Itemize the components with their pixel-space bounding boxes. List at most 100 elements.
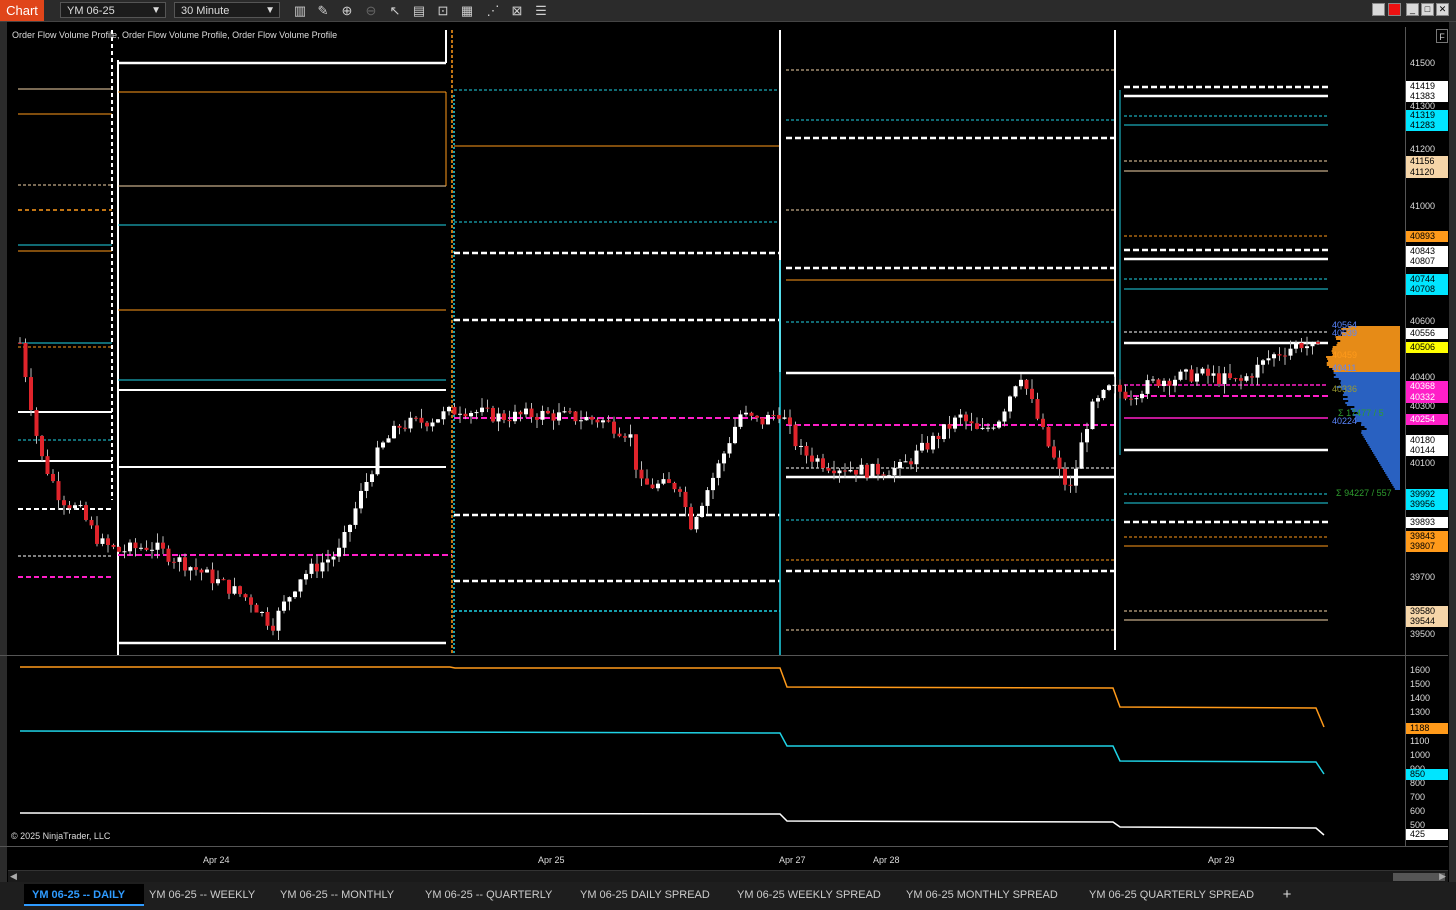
volume-profile-levels bbox=[18, 30, 1328, 655]
profile-bar bbox=[1346, 404, 1400, 406]
candle-body bbox=[271, 625, 275, 631]
lower-axis-tick: 600 bbox=[1410, 806, 1426, 816]
profile-bar bbox=[1382, 468, 1400, 470]
candle-body bbox=[287, 597, 292, 602]
candle-body bbox=[243, 594, 248, 598]
candle-body bbox=[975, 423, 979, 429]
candle-body bbox=[326, 559, 330, 563]
profile-bar bbox=[1374, 454, 1400, 456]
tab-daily[interactable]: YM 06-25 -- DAILY bbox=[24, 884, 144, 906]
price-tag: 40332 bbox=[1406, 391, 1448, 403]
profile-bar bbox=[1333, 376, 1400, 378]
candle-body bbox=[1151, 379, 1155, 381]
candle-body bbox=[804, 445, 809, 456]
candle-body bbox=[947, 424, 952, 429]
profile-bar bbox=[1342, 394, 1400, 396]
candle-body bbox=[348, 524, 352, 533]
candle-body bbox=[1222, 373, 1227, 385]
candle-body bbox=[1068, 484, 1073, 486]
tab-monthly-spread[interactable]: YM 06-25 MONTHLY SPREAD bbox=[898, 884, 1072, 906]
candle-body bbox=[1123, 391, 1128, 399]
candle-body bbox=[700, 505, 704, 517]
candle-body bbox=[892, 468, 897, 476]
price-axis-tick: 41000 bbox=[1410, 201, 1436, 211]
candle-body bbox=[650, 484, 655, 489]
profile-bar bbox=[1367, 442, 1400, 444]
candle-body bbox=[282, 601, 286, 611]
profile-bar bbox=[1361, 432, 1400, 434]
candle-body bbox=[529, 408, 534, 418]
candle-body bbox=[711, 477, 715, 491]
candle-body bbox=[144, 547, 149, 550]
price-axis-tick: 40100 bbox=[1410, 458, 1436, 468]
candle-body bbox=[568, 411, 572, 413]
candle-body bbox=[766, 414, 770, 425]
chart-canvas[interactable] bbox=[0, 0, 1456, 870]
profile-bar bbox=[1369, 446, 1400, 448]
lower-axis-tick: 1400 bbox=[1410, 693, 1431, 703]
profile-bar bbox=[1393, 486, 1400, 488]
candle-body bbox=[579, 420, 583, 422]
scroll-left-icon[interactable]: ◀ bbox=[10, 871, 17, 882]
add-tab-button[interactable]: + bbox=[1276, 884, 1298, 906]
candle-body bbox=[843, 470, 847, 472]
chart-tab-bar: YM 06-25 -- DAILY YM 06-25 -- WEEKLY YM … bbox=[0, 882, 1456, 910]
scroll-thumb[interactable] bbox=[1393, 873, 1445, 881]
profile-bar bbox=[1348, 400, 1400, 402]
candle-body bbox=[491, 407, 495, 422]
lower-axis-tick: 1500 bbox=[1410, 679, 1431, 689]
price-axis-tick: 40300 bbox=[1410, 401, 1436, 411]
candle-body bbox=[84, 505, 88, 520]
tab-weekly[interactable]: YM 06-25 -- WEEKLY bbox=[141, 884, 265, 906]
profile-bar bbox=[1361, 422, 1400, 424]
panel-divider[interactable] bbox=[0, 655, 1448, 656]
tab-quarterly[interactable]: YM 06-25 -- QUARTERLY bbox=[417, 884, 563, 906]
candle-body bbox=[386, 438, 391, 443]
candle-body bbox=[859, 464, 864, 475]
candle-body bbox=[815, 458, 820, 462]
candle-body bbox=[1046, 427, 1051, 447]
profile-bar bbox=[1370, 448, 1400, 450]
tab-quarterly-spread[interactable]: YM 06-25 QUARTERLY SPREAD bbox=[1081, 884, 1267, 906]
profile-bar bbox=[1340, 380, 1400, 382]
candle-body bbox=[727, 443, 732, 454]
tab-daily-spread[interactable]: YM 06-25 DAILY SPREAD bbox=[572, 884, 718, 906]
candle-body bbox=[183, 557, 187, 571]
candle-body bbox=[480, 407, 484, 413]
lower-axis-tick: 1300 bbox=[1410, 707, 1431, 717]
price-tag: 41120 bbox=[1406, 166, 1448, 178]
price-tag: 41383 bbox=[1406, 91, 1448, 103]
profile-bar bbox=[1356, 418, 1400, 420]
tab-monthly[interactable]: YM 06-25 -- MONTHLY bbox=[272, 884, 408, 906]
candle-body bbox=[430, 422, 435, 427]
candle-body bbox=[507, 419, 512, 422]
profile-bar bbox=[1355, 420, 1400, 422]
profile-bar bbox=[1385, 472, 1400, 474]
candle-body bbox=[260, 611, 264, 613]
date-label: Apr 24 bbox=[203, 855, 230, 865]
f-button[interactable]: F bbox=[1436, 29, 1448, 43]
candle-body bbox=[1041, 418, 1045, 428]
tab-weekly-spread[interactable]: YM 06-25 WEEKLY SPREAD bbox=[729, 884, 887, 906]
candle-body bbox=[705, 490, 710, 506]
candle-body bbox=[100, 538, 105, 544]
profile-bar bbox=[1363, 436, 1400, 438]
candle-body bbox=[1211, 373, 1216, 376]
candle-body bbox=[656, 483, 660, 489]
candle-body bbox=[111, 544, 116, 547]
candle-body bbox=[458, 413, 462, 415]
candle-body bbox=[744, 412, 748, 415]
candle-body bbox=[469, 413, 473, 417]
profile-bar bbox=[1375, 456, 1400, 458]
candle-body bbox=[617, 433, 622, 437]
candle-body bbox=[23, 342, 28, 378]
candle-body bbox=[777, 415, 781, 419]
date-label: Apr 27 bbox=[779, 855, 806, 865]
scroll-right-icon[interactable]: ▶ bbox=[1439, 871, 1446, 882]
profile-bar bbox=[1332, 346, 1400, 348]
candle-body bbox=[276, 610, 281, 631]
candle-body bbox=[953, 417, 957, 429]
candle-body bbox=[942, 424, 946, 440]
profile-label: 40336 bbox=[1332, 384, 1358, 394]
profile-bar bbox=[1376, 458, 1400, 460]
